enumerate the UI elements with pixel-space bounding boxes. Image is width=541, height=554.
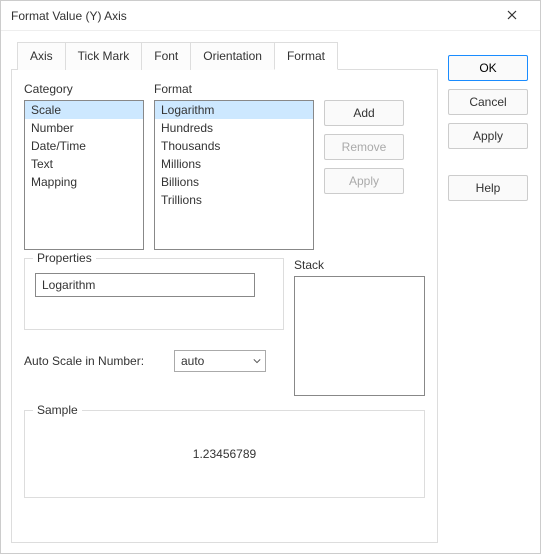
category-label: Category <box>24 82 144 96</box>
tab-tick-mark[interactable]: Tick Mark <box>65 42 143 70</box>
tab-strip: Axis Tick Mark Font Orientation Format <box>11 41 438 69</box>
properties-legend: Properties <box>33 251 96 265</box>
sample-legend: Sample <box>33 403 82 417</box>
ok-button[interactable]: OK <box>448 55 528 81</box>
format-listbox[interactable]: Logarithm Hundreds Thousands Millions Bi… <box>154 100 314 250</box>
chevron-down-icon <box>253 354 261 368</box>
main-pane: Axis Tick Mark Font Orientation Format C… <box>11 41 438 543</box>
format-label: Format <box>154 82 314 96</box>
remove-button[interactable]: Remove <box>324 134 404 160</box>
client-area: Axis Tick Mark Font Orientation Format C… <box>1 31 540 553</box>
auto-scale-combo[interactable]: auto <box>174 350 266 372</box>
mid-row: Properties Logarithm Auto Scale in Numbe… <box>24 258 425 396</box>
tab-page-format: Category Scale Number Date/Time Text Map… <box>11 69 438 543</box>
list-item[interactable]: Mapping <box>25 173 143 191</box>
close-icon <box>507 9 517 23</box>
apply-format-button[interactable]: Apply <box>324 168 404 194</box>
list-item[interactable]: Billions <box>155 173 313 191</box>
side-buttons: OK Cancel Apply Help <box>448 41 530 543</box>
tab-axis[interactable]: Axis <box>17 42 66 70</box>
sample-value: 1.23456789 <box>193 447 256 461</box>
category-listbox[interactable]: Scale Number Date/Time Text Mapping <box>24 100 144 250</box>
format-buttons-column: Add Remove Apply <box>324 82 406 250</box>
auto-scale-row: Auto Scale in Number: auto <box>24 350 284 372</box>
window-title: Format Value (Y) Axis <box>11 9 492 23</box>
list-item[interactable]: Hundreds <box>155 119 313 137</box>
close-button[interactable] <box>492 2 532 30</box>
list-item[interactable]: Scale <box>25 101 143 119</box>
auto-scale-label: Auto Scale in Number: <box>24 354 164 368</box>
properties-fieldset: Properties Logarithm <box>24 258 284 330</box>
auto-scale-value: auto <box>181 354 204 368</box>
apply-button[interactable]: Apply <box>448 123 528 149</box>
help-button[interactable]: Help <box>448 175 528 201</box>
format-column: Format Logarithm Hundreds Thousands Mill… <box>154 82 314 250</box>
tab-orientation[interactable]: Orientation <box>190 42 275 70</box>
dialog-window: Format Value (Y) Axis Axis Tick Mark Fon… <box>0 0 541 554</box>
left-mid-column: Properties Logarithm Auto Scale in Numbe… <box>24 258 284 396</box>
tab-format[interactable]: Format <box>274 42 338 70</box>
list-item[interactable]: Millions <box>155 155 313 173</box>
titlebar: Format Value (Y) Axis <box>1 1 540 31</box>
cancel-button[interactable]: Cancel <box>448 89 528 115</box>
list-item[interactable]: Number <box>25 119 143 137</box>
list-item[interactable]: Trillions <box>155 191 313 209</box>
stack-listbox[interactable] <box>294 276 425 396</box>
stack-label: Stack <box>294 258 425 272</box>
sample-fieldset: Sample 1.23456789 <box>24 410 425 498</box>
list-item[interactable]: Text <box>25 155 143 173</box>
list-item[interactable]: Logarithm <box>155 101 313 119</box>
tab-font[interactable]: Font <box>141 42 191 70</box>
list-item[interactable]: Date/Time <box>25 137 143 155</box>
category-column: Category Scale Number Date/Time Text Map… <box>24 82 144 250</box>
top-row: Category Scale Number Date/Time Text Map… <box>24 82 425 250</box>
properties-input[interactable]: Logarithm <box>35 273 255 297</box>
list-item[interactable]: Thousands <box>155 137 313 155</box>
add-button[interactable]: Add <box>324 100 404 126</box>
stack-column: Stack <box>294 258 425 396</box>
